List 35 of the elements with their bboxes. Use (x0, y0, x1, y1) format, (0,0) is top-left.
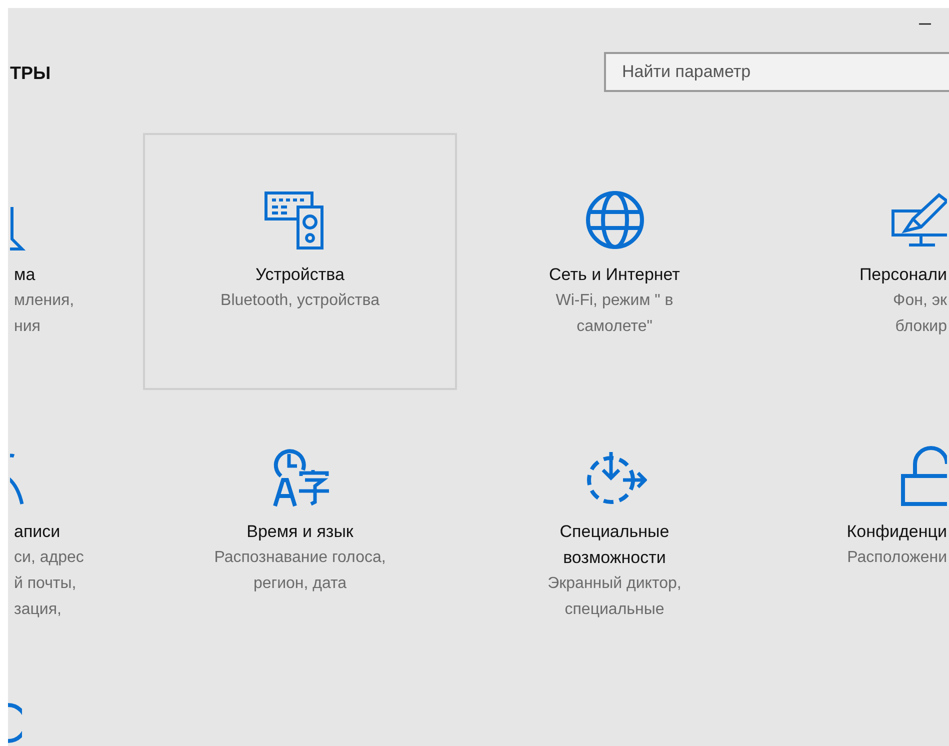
tile-description: ния (13, 317, 42, 337)
tile-description: самолете" (576, 317, 654, 337)
page-title: ТРЫ (10, 63, 51, 84)
tile-title: Персонали (858, 264, 947, 286)
tile-description: регион, дата (252, 574, 348, 594)
tile-description: Фон, эк (892, 291, 947, 311)
settings-tile[interactable]: Персонали Фон, эк блокир (772, 133, 949, 390)
settings-tile[interactable]: Специальные возможности Экранный диктор, специальные (457, 390, 772, 647)
tile-title: Устройства (254, 264, 346, 286)
tile-description: Распознавание голоса, (213, 548, 387, 568)
tile-title: аписи (13, 521, 62, 543)
tile-title: Сеть и Интернет (548, 264, 681, 286)
tile-description: зация, (13, 600, 62, 620)
lock-icon (901, 446, 947, 508)
settings-tile[interactable]: ма мления, ния (8, 133, 143, 390)
settings-tile[interactable]: Устройства Bluetooth, устройства (143, 133, 457, 390)
settings-tile[interactable]: аписи си, адрес й почты, зация, (8, 390, 143, 647)
tile-title: ма (13, 264, 36, 286)
tile-description: й почты, (13, 574, 78, 594)
settings-tile[interactable]: Сеть и Интернет Wi-Fi, режим " в самолете" (457, 133, 772, 390)
tile-title: Конфиденци (846, 521, 947, 543)
settings-tile[interactable]: Время и язык Распознавание голоса, регион, дата (143, 390, 457, 647)
tile-description: Bluetooth, устройства (220, 291, 380, 311)
tile-description: си, адрес (13, 548, 85, 568)
tile-title: Время и язык (246, 521, 354, 543)
settings-tile[interactable]: Конфиденци Расположени (772, 390, 949, 647)
globe-icon (584, 189, 646, 251)
tile-description: блокир (894, 317, 947, 337)
tile-description: Экранный диктор, (546, 574, 682, 594)
tile-description: Расположени (846, 548, 947, 568)
tile-description: мления, (13, 291, 76, 311)
tile-description: Wi-Fi, режим " в (554, 291, 674, 311)
search-field[interactable]: Найти параметр (604, 52, 949, 92)
tile-description: специальные (564, 600, 666, 620)
tile-title: Специальные возможности (558, 521, 670, 569)
